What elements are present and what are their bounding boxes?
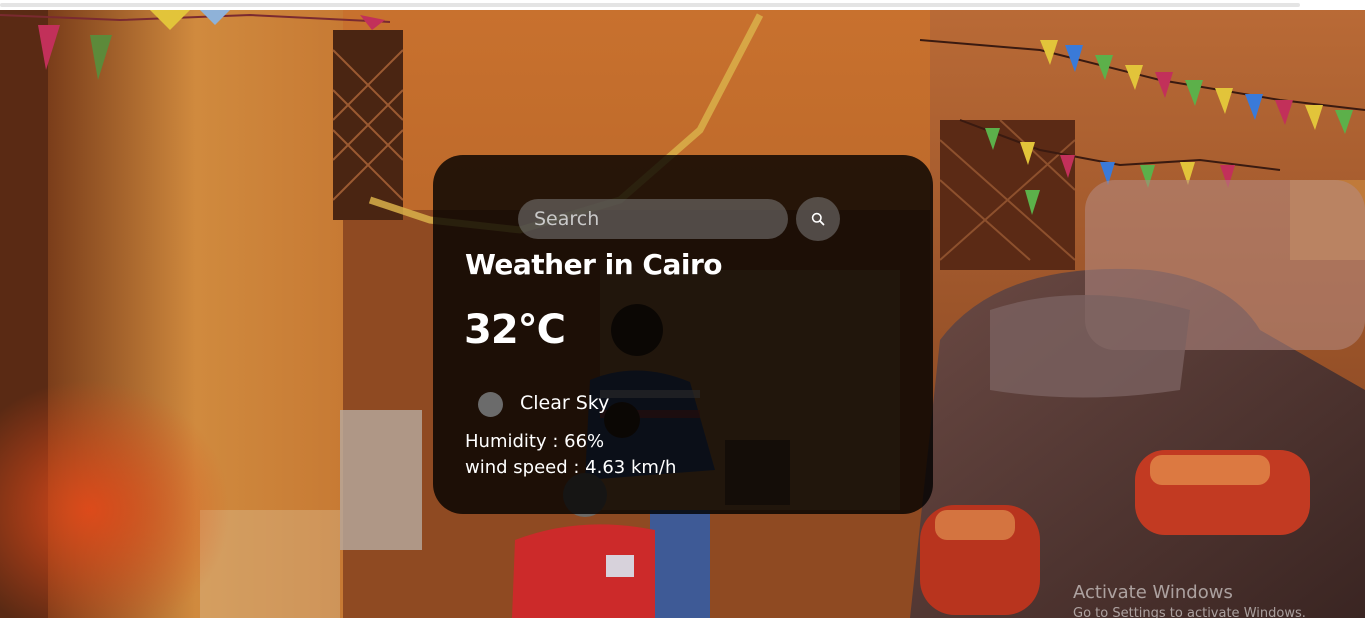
city-title: Weather in Cairo	[465, 248, 723, 281]
activate-windows-watermark: Activate Windows Go to Settings to activ…	[1073, 582, 1306, 618]
search-input[interactable]	[518, 199, 788, 239]
temperature: 32°C	[464, 307, 566, 353]
wind-speed: wind speed : 4.63 km/h	[465, 457, 677, 478]
clear-sky-icon	[478, 392, 503, 417]
search-bar	[518, 197, 840, 241]
humidity: Humidity : 66%	[465, 431, 605, 452]
watermark-title: Activate Windows	[1073, 582, 1233, 603]
page: Weather in Cairo 32°C Clear Sky Humidity…	[0, 0, 1365, 618]
weather-description: Clear Sky	[520, 392, 610, 414]
horizontal-scrollbar[interactable]	[0, 3, 1300, 7]
search-button[interactable]	[796, 197, 840, 241]
weather-card: Weather in Cairo 32°C Clear Sky Humidity…	[433, 155, 933, 514]
browser-top-strip	[0, 0, 1365, 10]
watermark-subtitle: Go to Settings to activate Windows.	[1073, 606, 1306, 618]
search-icon	[811, 212, 825, 226]
